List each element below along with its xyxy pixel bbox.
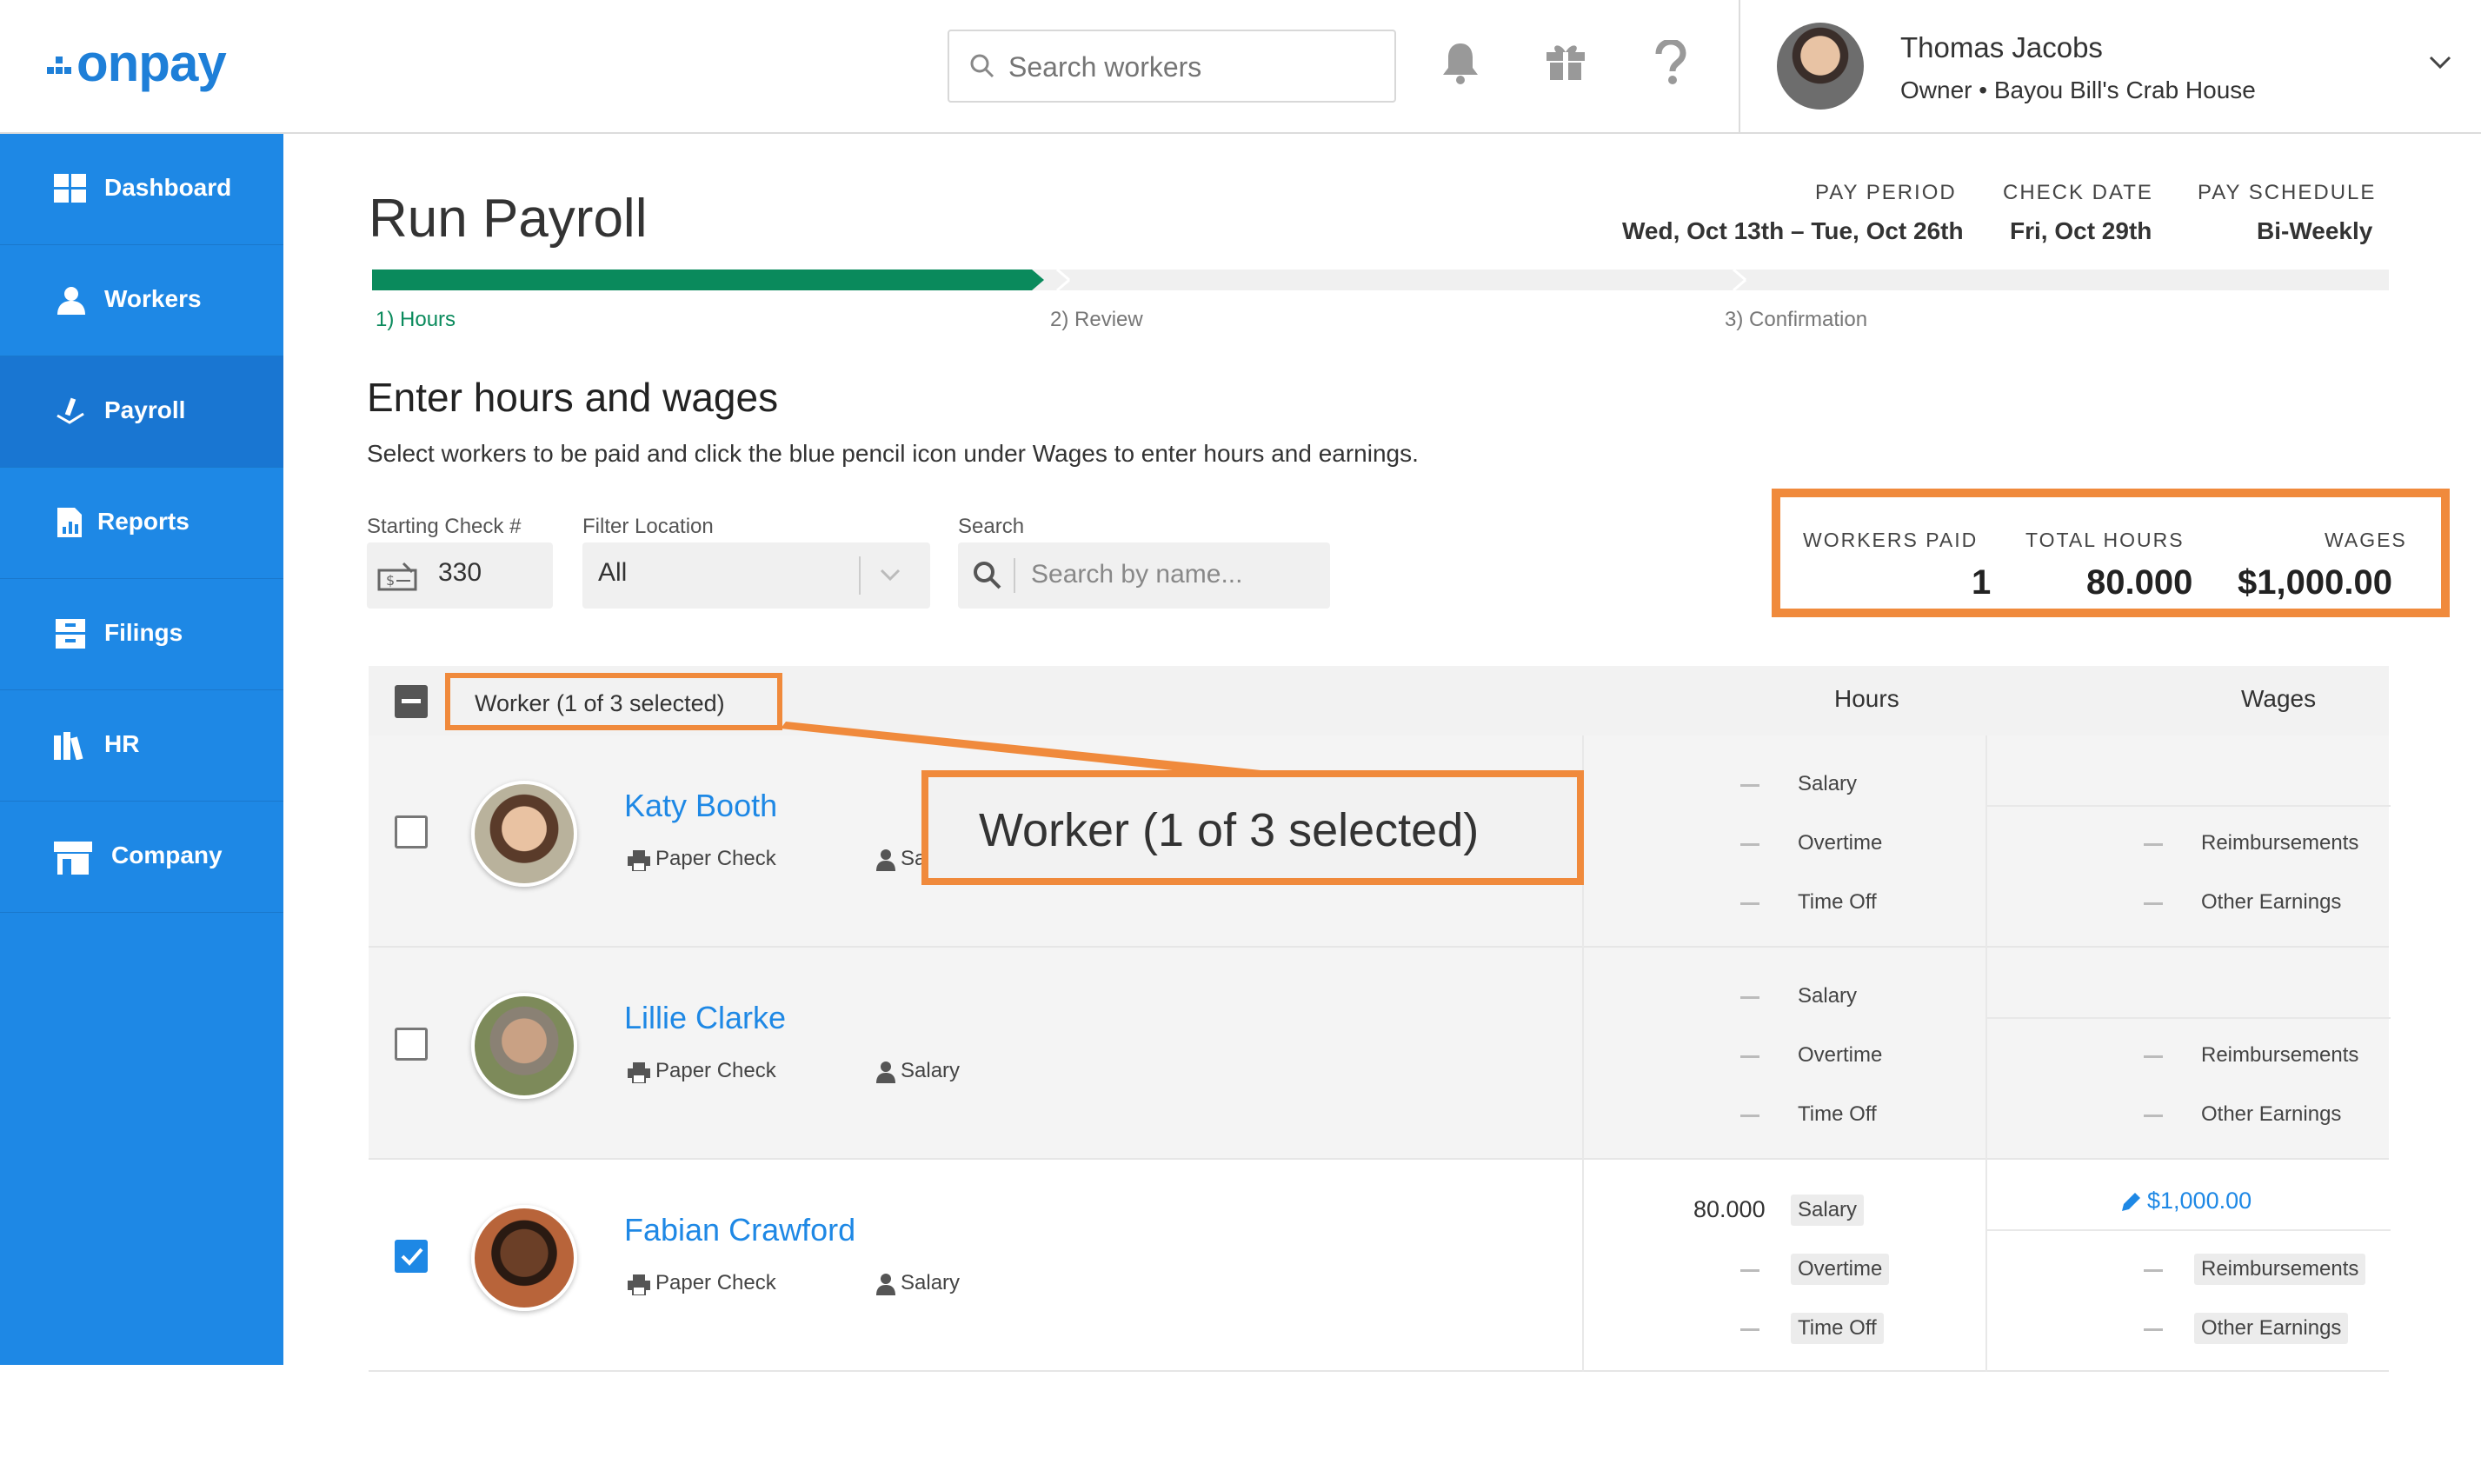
main-content: Run Payroll PAY PERIOD Wed, Oct 13th – T… (283, 134, 2481, 1372)
gift-icon[interactable] (1544, 40, 1587, 82)
user-name: Thomas Jacobs (1900, 31, 2103, 63)
user-avatar[interactable] (1777, 23, 1864, 110)
bell-icon[interactable] (1440, 40, 1481, 85)
sidebar-item-label: Reports (97, 508, 190, 535)
hr-icon (54, 732, 83, 760)
sidebar-item-company[interactable]: Company (0, 802, 283, 913)
search-icon (970, 54, 994, 78)
sidebar-item-label: Company (111, 842, 223, 868)
collapse-sidebar-button[interactable]: ‹Collapse (90, 1457, 192, 1484)
user-role: Owner • Bayou Bill's Crab House (1900, 77, 2256, 103)
user-menu[interactable]: Thomas Jacobs Owner • Bayou Bill's Crab … (1739, 0, 2481, 134)
sidebar-item-label: HR (104, 730, 140, 757)
sidebar: Dashboard Workers Payroll Reports Filing… (0, 134, 283, 1483)
chevron-left-icon: ‹ (90, 1457, 98, 1483)
company-icon (54, 842, 92, 875)
filings-icon (56, 619, 85, 649)
sidebar-item-label: Workers (104, 285, 202, 312)
collapse-label: Collapse (97, 1457, 193, 1483)
sidebar-item-dashboard[interactable]: Dashboard (0, 134, 283, 245)
top-search-box[interactable] (948, 30, 1396, 103)
sidebar-item-label: Filings (104, 619, 183, 646)
sidebar-item-reports[interactable]: Reports (0, 468, 283, 579)
sidebar-item-workers[interactable]: Workers (0, 245, 283, 356)
logo-text: onpay (76, 34, 227, 92)
reports-icon (57, 508, 82, 537)
chevron-down-icon[interactable] (2427, 54, 2453, 71)
logo-mark-icon (47, 57, 71, 74)
callout-text: Worker (1 of 3 selected) (979, 804, 1480, 856)
sidebar-item-hr[interactable]: HR (0, 690, 283, 802)
help-icon[interactable] (1653, 40, 1688, 85)
workers-icon (57, 287, 85, 315)
zoom-callout: Worker (1 of 3 selected) (921, 770, 1584, 885)
payroll-icon (57, 397, 84, 424)
sidebar-item-payroll[interactable]: Payroll (0, 356, 283, 468)
top-bar: onpay Thomas Jacobs Owner • Bayou Bill's… (0, 0, 2481, 134)
sidebar-item-filings[interactable]: Filings (0, 579, 283, 690)
sidebar-item-label: Dashboard (104, 174, 232, 201)
callout-connector (781, 722, 1278, 781)
dashboard-icon (54, 174, 86, 203)
sidebar-item-label: Payroll (104, 396, 186, 423)
top-search-input[interactable] (1008, 43, 1374, 90)
onpay-logo[interactable]: onpay (47, 33, 227, 93)
